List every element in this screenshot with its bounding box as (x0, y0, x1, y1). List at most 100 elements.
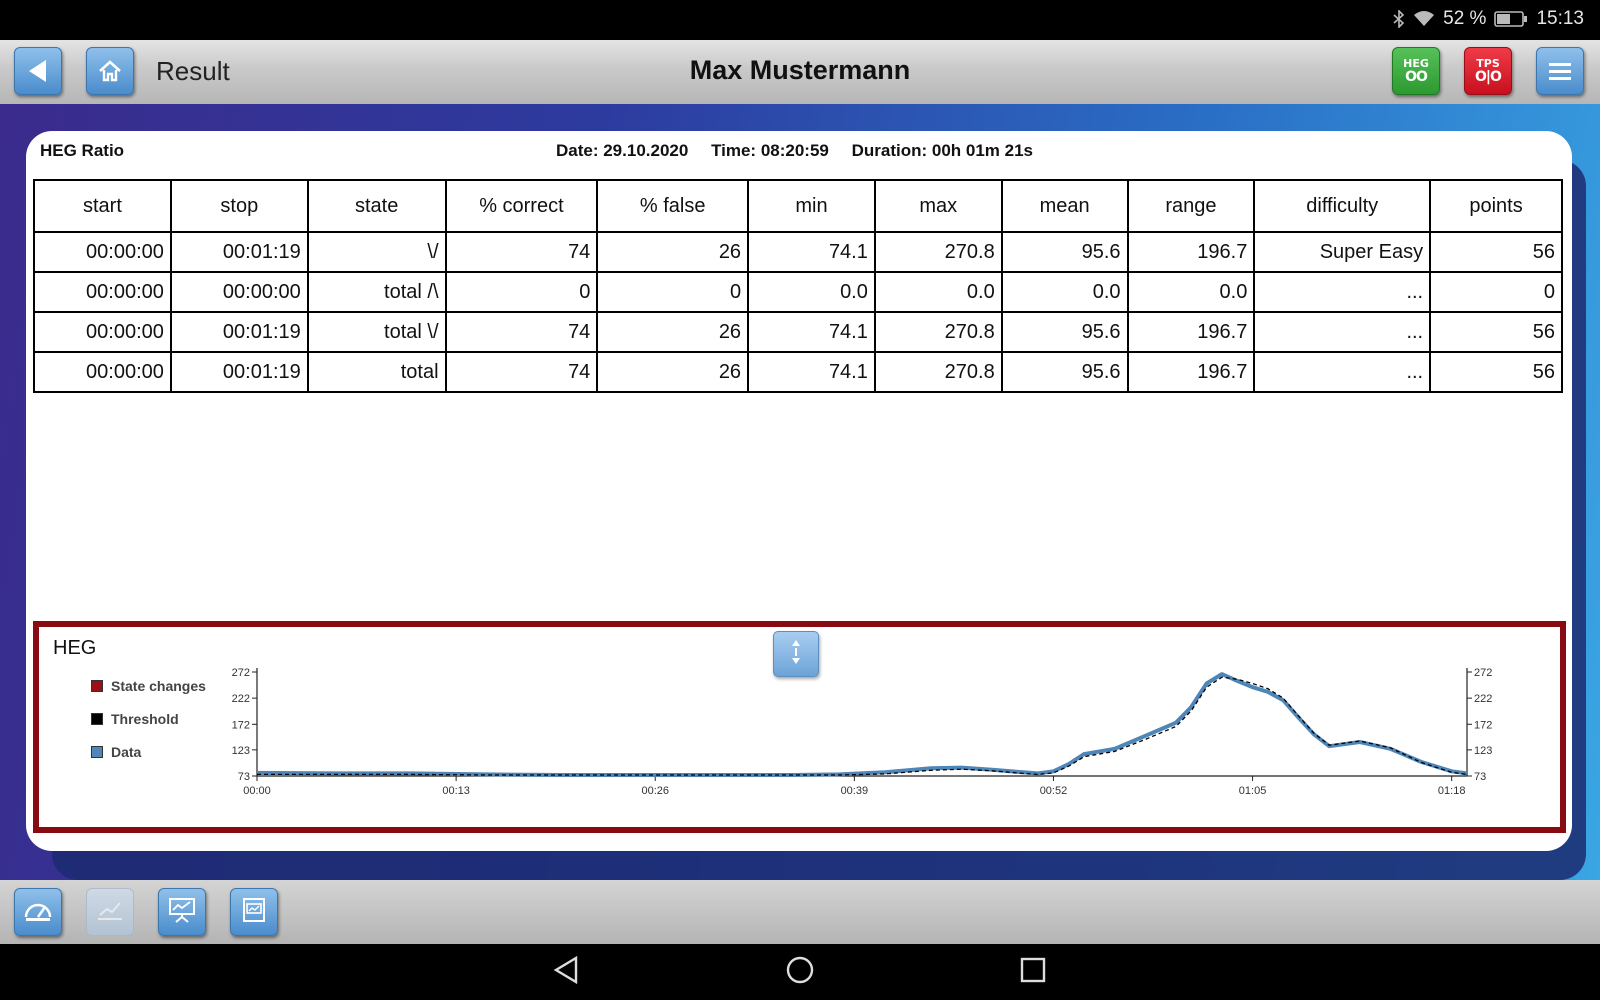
cell-start: 00:00:00 (33, 271, 172, 313)
battery-percent: 52 % (1443, 8, 1487, 29)
cell-mean: 95.6 (1000, 231, 1129, 273)
cell-min: 0.0 (747, 271, 876, 313)
cell-correct: 74 (444, 231, 599, 273)
heg-line-chart: 73 73 123 123 172 172 222 222 272 272 00:00 00:13 00… (232, 667, 1493, 797)
cell-stop: 00:00:00 (169, 271, 309, 313)
cell-range: 196.7 (1126, 351, 1256, 393)
cell-points: 56 (1429, 231, 1563, 273)
y-tick-label-left: 73 (238, 771, 250, 783)
nav-recents-icon (1019, 956, 1047, 989)
heg-chart-panel: HEG State changes Threshold Data 73 73 123… (33, 621, 1566, 833)
cell-false: 26 (596, 311, 750, 353)
cell-start: 00:00:00 (33, 231, 172, 273)
gauge-button[interactable] (14, 888, 62, 936)
patient-name: Max Mustermann (689, 55, 911, 85)
results-table: start stop state % correct % false min m… (33, 179, 1563, 393)
cell-stop: 00:01:19 (169, 351, 309, 393)
bluetooth-icon (1393, 10, 1405, 28)
y-tick-label-right: 123 (1474, 745, 1492, 757)
menu-button[interactable] (1536, 47, 1584, 95)
session-date: Date: 29.10.2020 (556, 141, 689, 160)
y-tick-label-right: 73 (1474, 771, 1486, 783)
cell-false: 0 (596, 271, 750, 313)
nav-recents-button[interactable] (1013, 952, 1053, 992)
cell-state: total /\ (306, 271, 447, 313)
tps-device-button[interactable]: TPS O|O (1464, 47, 1512, 95)
x-tick-label: 00:13 (442, 785, 470, 797)
edit-chart-button[interactable] (86, 888, 134, 936)
col-max: max (873, 179, 1003, 233)
nav-back-icon (552, 955, 580, 990)
col-start: start (33, 179, 172, 233)
cell-start: 00:00:00 (33, 311, 172, 353)
tps-sensor-icon: O|O (1475, 68, 1502, 85)
col-correct: % correct (444, 179, 599, 233)
result-card: HEG Ratio Date: 29.10.2020 Time: 08:20:5… (26, 131, 1572, 851)
y-tick-label-left: 123 (232, 745, 250, 757)
wifi-icon (1413, 10, 1435, 28)
cell-min: 74.1 (747, 311, 876, 353)
nav-home-button[interactable] (780, 952, 820, 992)
col-min: min (747, 179, 876, 233)
cell-difficulty: ... (1253, 311, 1432, 353)
cell-stop: 00:01:19 (169, 311, 309, 353)
cell-mean: 0.0 (1000, 271, 1129, 313)
edit-chart-icon (95, 897, 125, 928)
y-tick-label-right: 272 (1474, 667, 1492, 679)
table-row: 00:00:00 00:01:19 total 74 26 74.1 270.8… (33, 351, 1563, 393)
x-tick-label: 01:18 (1438, 785, 1466, 797)
cell-max: 0.0 (873, 271, 1003, 313)
cell-points: 0 (1429, 271, 1563, 313)
col-mean: mean (1000, 179, 1129, 233)
col-false: % false (596, 179, 750, 233)
table-row: 00:00:00 00:01:19 \/ 74 26 74.1 270.8 95… (33, 231, 1563, 273)
cell-points: 56 (1429, 351, 1563, 393)
heg-device-label: HEG (1403, 56, 1429, 70)
x-tick-label: 00:52 (1040, 785, 1068, 797)
report-icon (240, 896, 268, 929)
cell-correct: 74 (444, 351, 599, 393)
cell-false: 26 (596, 231, 750, 273)
presentation-icon (167, 896, 197, 929)
col-state: state (306, 179, 447, 233)
cell-range: 196.7 (1126, 311, 1256, 353)
col-points: points (1429, 179, 1563, 233)
x-tick-label: 00:00 (243, 785, 271, 797)
cell-difficulty: Super Easy (1253, 231, 1432, 273)
session-duration: Duration: 00h 01m 21s (851, 141, 1034, 160)
heg-sensor-icon: OO (1405, 68, 1428, 85)
nav-home-icon (785, 955, 815, 990)
cell-state: total \/ (306, 311, 447, 353)
cell-difficulty: ... (1253, 351, 1432, 393)
cell-max: 270.8 (873, 351, 1003, 393)
col-range: range (1126, 179, 1256, 233)
cell-state: total (306, 351, 447, 393)
cell-mean: 95.6 (1000, 311, 1129, 353)
cell-min: 74.1 (747, 231, 876, 273)
cell-points: 56 (1429, 311, 1563, 353)
table-header-row: start stop state % correct % false min m… (33, 179, 1563, 233)
cell-max: 270.8 (873, 231, 1003, 273)
x-tick-label: 00:26 (641, 785, 669, 797)
cell-false: 26 (596, 351, 750, 393)
nav-back-button[interactable] (546, 952, 586, 992)
gauge-icon (23, 897, 53, 928)
series-line-data (256, 672, 1468, 777)
cell-correct: 74 (444, 311, 599, 353)
report-button[interactable] (230, 888, 278, 936)
cell-difficulty: ... (1253, 271, 1432, 313)
heg-device-button[interactable]: HEG OO (1392, 47, 1440, 95)
table-row: 00:00:00 00:00:00 total /\ 0 0 0.0 0.0 0… (33, 271, 1563, 313)
session-time: Time: 08:20:59 (711, 141, 829, 160)
session-info: Date: 29.10.2020 Time: 08:20:59 Duration… (556, 141, 1051, 161)
cell-max: 270.8 (873, 311, 1003, 353)
card-title: HEG Ratio (40, 141, 125, 160)
status-bar: 52 % 15:13 (0, 0, 1600, 40)
cell-start: 00:00:00 (33, 351, 172, 393)
x-tick-label: 01:05 (1239, 785, 1267, 797)
y-tick-label-left: 222 (232, 693, 250, 705)
cell-range: 0.0 (1126, 271, 1256, 313)
clock: 15:13 (1536, 8, 1584, 29)
presentation-button[interactable] (158, 888, 206, 936)
col-difficulty: difficulty (1253, 179, 1432, 233)
